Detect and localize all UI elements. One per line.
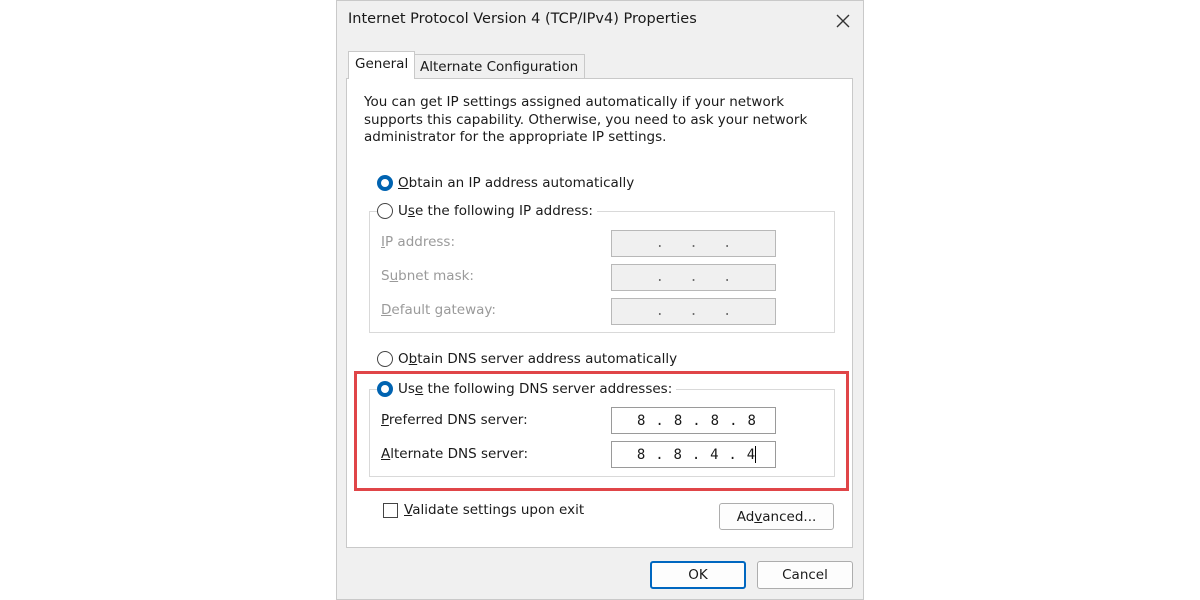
description-text: You can get IP settings assigned automat… xyxy=(364,94,808,145)
radio-button[interactable] xyxy=(377,203,393,219)
subnet-mask-input[interactable]: ... xyxy=(611,264,776,291)
subnet-mask-label: Subnet mask: xyxy=(381,268,474,284)
ip-address-label: IP address: xyxy=(381,234,456,250)
validate-settings-checkbox-row[interactable]: Validate settings upon exit xyxy=(383,502,584,518)
checkbox-label: Validate settings upon exit xyxy=(404,502,585,518)
radio-button[interactable] xyxy=(377,351,393,367)
tab-alternate-configuration[interactable]: Alternate Configuration xyxy=(413,54,586,79)
ok-button[interactable]: OK xyxy=(650,561,746,589)
radio-obtain-ip-automatically[interactable]: Obtain an IP address automatically xyxy=(377,175,634,191)
radio-button-selected[interactable] xyxy=(377,175,393,191)
advanced-button[interactable]: Ad v anced... xyxy=(719,503,834,530)
dns-highlight-box xyxy=(354,371,849,491)
radio-label: Use the following IP address: xyxy=(398,203,593,219)
tab-general[interactable]: General xyxy=(348,51,416,79)
ip-address-input[interactable]: ... xyxy=(611,230,776,257)
radio-label: Obtain DNS server address automatically xyxy=(398,351,678,367)
radio-obtain-dns-automatically[interactable]: Obtain DNS server address automatically xyxy=(377,351,677,367)
radio-use-following-ip[interactable]: Use the following IP address: xyxy=(377,203,597,219)
cancel-button[interactable]: Cancel xyxy=(757,561,853,589)
default-gateway-input[interactable]: ... xyxy=(611,298,776,325)
close-icon xyxy=(836,14,850,28)
radio-label: Obtain an IP address automatically xyxy=(398,175,635,191)
default-gateway-label: Default gateway: xyxy=(381,302,496,318)
close-button[interactable] xyxy=(829,8,857,34)
validate-settings-checkbox[interactable] xyxy=(383,502,398,518)
dialog-title: Internet Protocol Version 4 (TCP/IPv4) P… xyxy=(348,11,697,27)
